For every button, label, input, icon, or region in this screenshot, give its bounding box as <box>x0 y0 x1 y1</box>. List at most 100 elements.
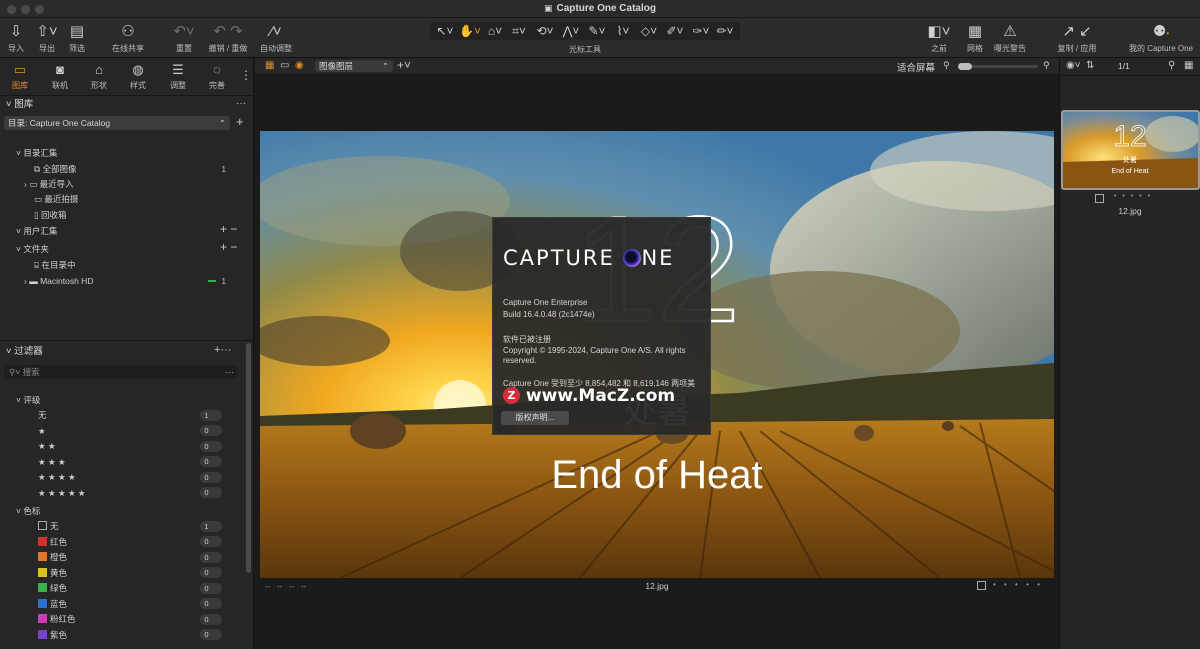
sort-icon[interactable]: ⇅ <box>1086 60 1094 71</box>
zoom-slider-thumb[interactable] <box>958 63 972 70</box>
tab-shape[interactable]: ⌂ 形状 <box>80 60 118 94</box>
copyright-notice-button[interactable]: 版权声明... <box>501 411 569 425</box>
zoom-slider[interactable] <box>958 63 1038 70</box>
eyedropper-icon[interactable]: ⌇˅ <box>612 21 634 41</box>
color-count-pill[interactable]: 0 <box>200 536 222 547</box>
color-count-pill[interactable]: 0 <box>200 551 222 563</box>
user-collections-header[interactable]: ˅ 用户汇集 <box>16 224 57 238</box>
brush-icon[interactable]: ✐˅ <box>664 21 686 41</box>
folders-header[interactable]: ˅ 文件夹 <box>16 242 49 256</box>
annotate-icon[interactable]: ✏˅ <box>714 21 736 41</box>
library-section-header[interactable]: ˅ 图库 <box>6 98 33 112</box>
browser-search-icon[interactable]: ⚲ <box>1168 60 1175 71</box>
proof-view-icon[interactable]: ◉ <box>295 60 304 71</box>
color-filter-item[interactable]: 粉红色 <box>38 612 76 626</box>
color-filter-item[interactable]: 橙色 <box>38 550 67 564</box>
rating-count-pill[interactable]: 1 <box>200 409 222 421</box>
color-count-pill[interactable]: 0 <box>200 567 222 578</box>
color-filter-item[interactable]: 绿色 <box>38 581 67 595</box>
photo-canvas[interactable]: 12 处暑 End of Heat CAPTURE NE Capture One… <box>260 131 1054 578</box>
thumbnail-selected[interactable]: 12 处暑 End of Heat <box>1061 110 1200 190</box>
color-tag-header[interactable]: ˅ 色标 <box>16 504 40 518</box>
tab-style[interactable]: ◍ 样式 <box>119 60 157 94</box>
browser-grid-icon[interactable]: ▦ <box>1184 60 1193 71</box>
filters-section-header[interactable]: ˅ 过滤器 <box>6 345 43 359</box>
catalog-select[interactable]: 目录: Capture One Catalog ⌃ <box>4 116 230 130</box>
color-count-pill[interactable]: 0 <box>200 613 222 625</box>
import-button[interactable]: ⇩ 导入 <box>4 21 28 55</box>
library-more-icon[interactable]: ··· <box>236 98 246 109</box>
select-cursor-icon[interactable]: ↖˅ <box>434 21 456 41</box>
catalog-collections-header[interactable]: ˅ 目录汇集 <box>16 146 57 160</box>
color-count-pill[interactable]: 0 <box>200 598 222 609</box>
rating-count-pill[interactable]: 0 <box>200 440 222 452</box>
list-item-all-images[interactable]: ⧉ 全部图像 <box>34 162 76 176</box>
color-filter-item[interactable]: 红色 <box>38 535 67 549</box>
rating-dots[interactable]: • • • • • <box>993 580 1043 589</box>
zoom-in-icon[interactable]: ⚲ <box>1043 60 1050 71</box>
rating-filter-item[interactable]: ★ ★ ★ ★ <box>38 470 76 484</box>
filter-button[interactable]: ▤ 筛选 <box>64 21 90 55</box>
add-layer-icon[interactable]: +˅ <box>397 58 411 72</box>
more-icon[interactable]: ⋮ <box>240 68 252 82</box>
list-item-recent-imports[interactable]: › ▭ 最近导入 <box>24 177 74 191</box>
color-count-pill[interactable]: 1 <box>200 520 222 532</box>
loupe-icon[interactable]: ⌂˅ <box>484 21 506 41</box>
color-filter-item[interactable]: 紫色 <box>38 628 67 642</box>
thumbnail-rating-dots[interactable]: • • • • • <box>1114 193 1152 200</box>
list-item-macintosh-hd[interactable]: › ▬ Macintosh HD <box>24 274 93 288</box>
rating-count-pill[interactable]: 0 <box>200 487 222 498</box>
keystone-icon[interactable]: ⋀˅ <box>560 21 582 41</box>
tab-capture[interactable]: ◙ 联机 <box>41 60 79 94</box>
filters-scrollbar[interactable] <box>246 343 251 573</box>
list-item-trash[interactable]: ▯ 回收箱 <box>34 208 67 222</box>
select-checkbox[interactable] <box>977 581 986 590</box>
color-filter-item[interactable]: 黄色 <box>38 566 67 580</box>
crop-icon[interactable]: ⌗˅ <box>508 21 530 41</box>
tab-library[interactable]: ▭ 图库 <box>1 60 39 94</box>
view-icon[interactable]: ◉˅ <box>1066 60 1081 71</box>
add-user-collection-icon[interactable]: + − <box>220 222 237 236</box>
tab-adjust[interactable]: ☰ 调整 <box>159 60 197 94</box>
reset-button[interactable]: ↶˅ 重置 <box>170 21 198 55</box>
grid-button[interactable]: ▦ 网格 <box>962 21 988 55</box>
rating-count-pill[interactable]: 0 <box>200 471 222 483</box>
filters-add-more-icon[interactable]: +··· <box>214 344 231 356</box>
add-catalog-icon[interactable]: + <box>236 114 244 129</box>
rotate-icon[interactable]: ⟲˅ <box>534 21 556 41</box>
tab-refine[interactable]: ◌ 完善 <box>198 60 236 94</box>
rating-header[interactable]: ˅ 评级 <box>16 393 40 407</box>
list-item-recent-captures[interactable]: ▭ 最近拍摄 <box>34 192 78 206</box>
rating-count-pill[interactable]: 0 <box>200 425 222 436</box>
rating-filter-item[interactable]: ★ ★ <box>38 439 56 453</box>
pan-hand-icon[interactable]: ✋˅ <box>458 21 482 41</box>
export-button[interactable]: ⇧˅ 导出 <box>33 21 61 55</box>
list-item-in-catalog[interactable]: ⌸ 在目录中 <box>34 258 75 272</box>
single-view-icon[interactable]: ▭ <box>280 60 289 71</box>
color-count-pill[interactable]: 0 <box>200 582 222 594</box>
rating-filter-item[interactable]: 无 <box>38 408 47 422</box>
color-filter-item[interactable]: 蓝色 <box>38 597 67 611</box>
undo-redo-button[interactable]: ↶ ↷ 撤销 / 重做 <box>206 21 250 55</box>
rating-filter-item[interactable]: ★ ★ ★ <box>38 455 66 469</box>
color-count-pill[interactable]: 0 <box>200 629 222 640</box>
before-button[interactable]: ◧˅ 之前 <box>922 21 956 55</box>
rating-count-pill[interactable]: 0 <box>200 456 222 467</box>
spot-removal-icon[interactable]: ✎˅ <box>586 21 608 41</box>
copy-apply-button[interactable]: ↗ ↙ 复制 / 应用 <box>1054 21 1100 55</box>
eraser-icon[interactable]: ◇˅ <box>638 21 660 41</box>
layer-select[interactable]: 图像图层 ⌃ <box>315 60 393 72</box>
thumbnail-checkbox[interactable] <box>1095 194 1104 203</box>
search-input[interactable]: ⚲˅ 搜索 ··· <box>4 365 238 379</box>
multi-view-icon[interactable]: ▦ <box>265 60 274 71</box>
my-capture-one-button[interactable]: ⚉• 我的 Capture One <box>1126 21 1196 55</box>
share-online-button[interactable]: ⚇ 在线共享 <box>108 21 148 55</box>
color-filter-item[interactable]: 无 <box>38 519 59 533</box>
auto-adjust-button[interactable]: ⁄˅ 自动调整 <box>256 21 296 55</box>
rating-filter-item[interactable]: ★ ★ ★ ★ ★ <box>38 486 86 500</box>
gradient-icon[interactable]: ✑˅ <box>690 21 712 41</box>
fit-screen-label[interactable]: 适合屏幕 <box>897 60 935 74</box>
exposure-warning-button[interactable]: ⚠ 曝光警告 <box>992 21 1028 55</box>
rating-filter-item[interactable]: ★ <box>38 424 46 438</box>
add-folder-icon[interactable]: + − <box>220 240 237 254</box>
